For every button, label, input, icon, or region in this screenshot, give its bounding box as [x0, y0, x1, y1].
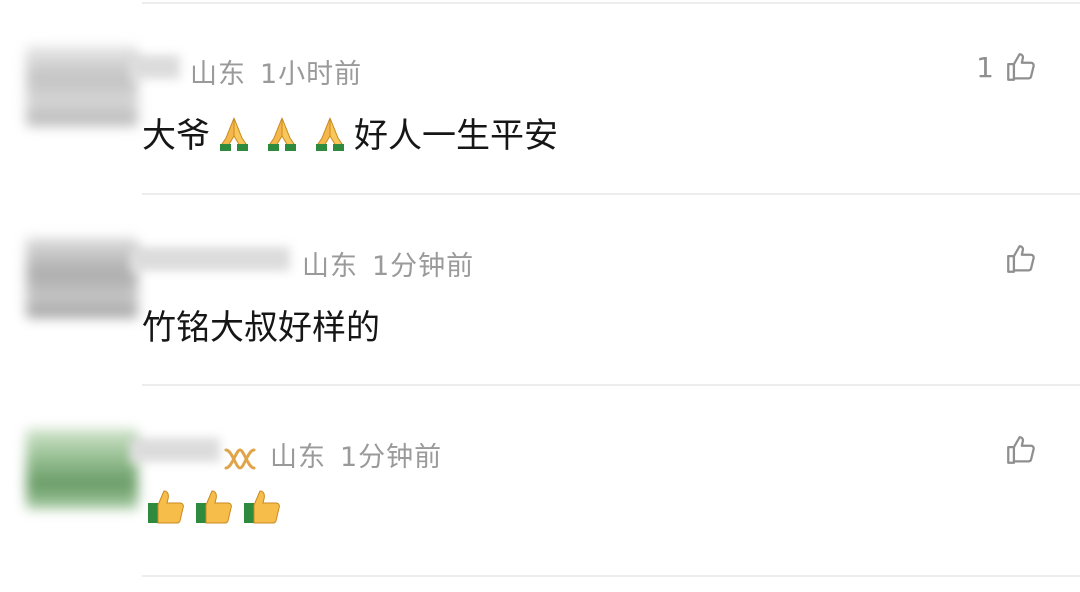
folded-hands-icon [316, 117, 344, 151]
thumbs-up-icon [244, 490, 280, 524]
comment-item-3: 山东 1分钟前 [0, 383, 1080, 573]
comment-time: 1分钟前 [372, 251, 475, 282]
comment-text-part-1: 大爷 [142, 116, 210, 156]
folded-hands-icon [268, 117, 296, 151]
comment-time: 1小时前 [260, 59, 363, 90]
comment-meta: 山东 1小时前 [190, 52, 376, 91]
comment-location: 山东 [270, 442, 326, 473]
thumbs-up-icon [196, 490, 232, 524]
divider [142, 575, 1080, 577]
comment-meta: 山东 1分钟前 [302, 244, 488, 283]
comment-text [142, 487, 286, 525]
username-blurred[interactable] [130, 56, 180, 80]
username-blurred[interactable] [130, 248, 290, 272]
thumbs-up-icon [148, 490, 184, 524]
comment-meta: 山东 1分钟前 [222, 435, 456, 474]
thumbs-up-outline-icon [1007, 436, 1035, 464]
folded-hands-icon [220, 117, 248, 151]
comment-item-1: 山东 1小时前 1 大爷 好人一生平安 [0, 0, 1080, 190]
avatar[interactable] [26, 46, 138, 126]
like-button[interactable]: 1 [976, 50, 1038, 84]
thumbs-up-outline-icon [1007, 53, 1035, 81]
comment-item-2: 山东 1分钟前 竹铭大叔好样的 [0, 192, 1080, 382]
like-count: 1 [976, 50, 994, 84]
vip-badge-icon [224, 447, 256, 470]
comment-text-part-2: 好人一生平安 [354, 116, 558, 156]
comment-text: 竹铭大叔好样的 [142, 308, 380, 348]
username-blurred[interactable] [130, 439, 220, 463]
comment-text: 大爷 好人一生平安 [142, 108, 558, 157]
comment-location: 山东 [302, 251, 358, 282]
avatar[interactable] [26, 429, 138, 509]
like-button[interactable] [1004, 433, 1038, 467]
comment-location: 山东 [190, 59, 246, 90]
avatar[interactable] [26, 238, 138, 318]
comment-time: 1分钟前 [340, 442, 443, 473]
like-button[interactable] [1004, 242, 1038, 276]
thumbs-up-outline-icon [1007, 245, 1035, 273]
